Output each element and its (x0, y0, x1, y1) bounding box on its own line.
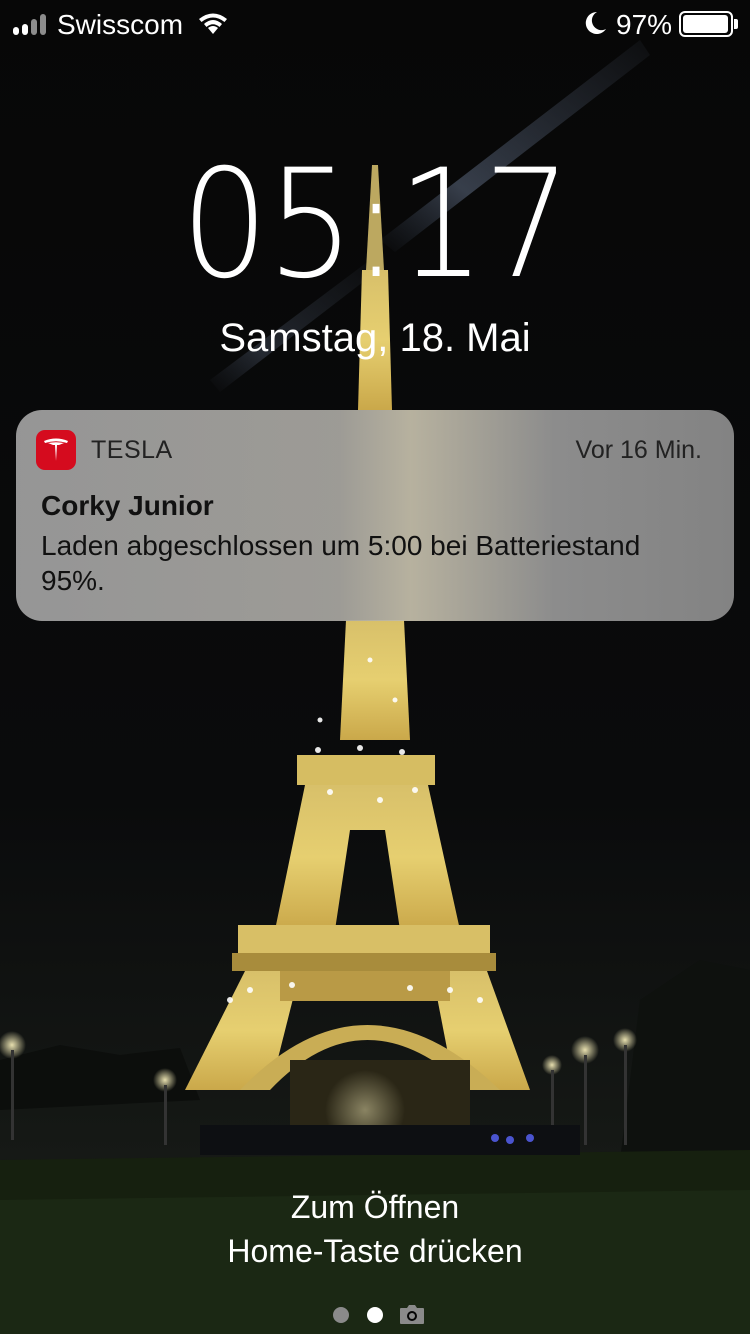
unlock-hint-line-2: Home-Taste drücken (227, 1233, 523, 1269)
battery-level-fill (683, 15, 728, 33)
do-not-disturb-moon-icon (585, 11, 606, 34)
battery-icon (679, 11, 739, 37)
tesla-notification[interactable]: TESLA Vor 16 Min. Corky Junior Laden abg… (16, 410, 734, 621)
clock-time: 05:17 (180, 138, 571, 312)
camera-icon[interactable] (399, 1303, 425, 1325)
lock-screen-clock: 05:17 (0, 140, 750, 310)
battery-percentage: 97% (616, 9, 673, 40)
page-dot-widgets[interactable] (333, 1307, 349, 1323)
status-bar: Swisscom 97% (0, 0, 750, 50)
notification-app-name: TESLA (91, 436, 173, 464)
cellular-signal-icon (13, 14, 46, 35)
notification-body: Laden abgeschlossen um 5:00 bei Batterie… (41, 530, 641, 596)
notification-time: Vor 16 Min. (575, 436, 702, 464)
unlock-hint: Zum Öffnen Home-Taste drücken (0, 1185, 750, 1273)
notification-title: Corky Junior (41, 490, 214, 521)
carrier-name: Swisscom (57, 9, 184, 40)
page-indicator (0, 1300, 750, 1330)
tesla-logo-icon (36, 430, 76, 470)
wifi-icon (199, 13, 227, 34)
unlock-hint-line-1: Zum Öffnen (290, 1189, 460, 1225)
page-dot-current[interactable] (367, 1307, 383, 1323)
lock-screen-date: Samstag, 18. Mai (219, 316, 531, 360)
